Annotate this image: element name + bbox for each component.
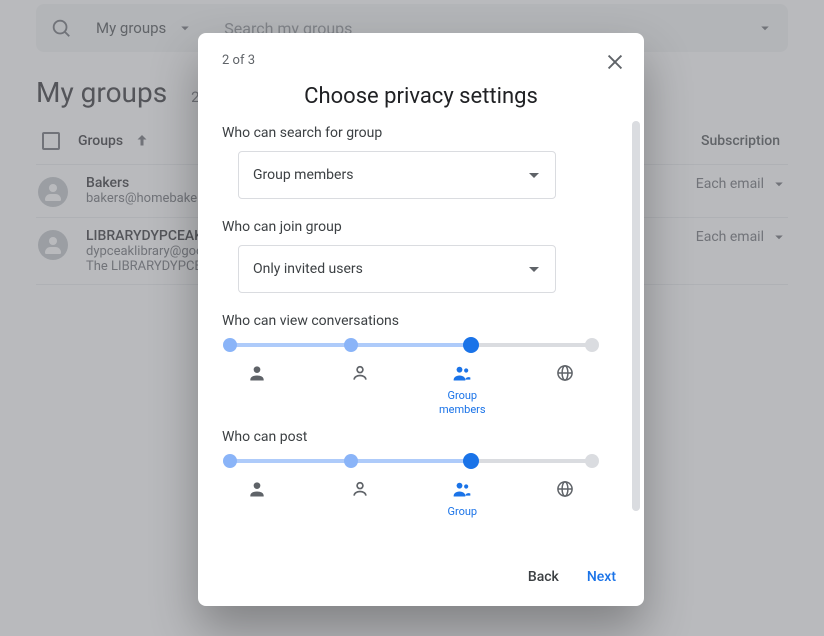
option-public-icon <box>530 363 600 417</box>
option-manager-icon <box>325 479 395 519</box>
dropdown-caret-icon <box>529 267 539 272</box>
who-can-post-slider[interactable]: Group <box>222 455 600 519</box>
option-group-members-icon: Group members <box>427 363 497 417</box>
option-label: Group <box>447 505 477 519</box>
option-label: Group members <box>427 389 497 417</box>
next-button[interactable]: Next <box>587 569 616 585</box>
option-owner-icon <box>222 479 292 519</box>
dialog-title: Choose privacy settings <box>222 84 620 109</box>
option-public-icon <box>530 479 600 519</box>
dropdown-caret-icon <box>529 173 539 178</box>
join-select[interactable]: Only invited users <box>238 245 556 293</box>
stepper-label: 2 of 3 <box>222 53 620 68</box>
slider-stop[interactable] <box>223 338 237 352</box>
slider-stop[interactable] <box>585 338 599 352</box>
who-can-post-label: Who can post <box>222 429 600 445</box>
option-manager-icon <box>325 363 395 417</box>
join-label: Who can join group <box>222 219 600 235</box>
slider-stop[interactable] <box>223 454 237 468</box>
option-group-members-icon: Group <box>427 479 497 519</box>
search-visibility-select[interactable]: Group members <box>238 151 556 199</box>
select-value: Only invited users <box>253 261 363 277</box>
option-owner-icon <box>222 363 292 417</box>
view-conversations-label: Who can view conversations <box>222 313 600 329</box>
slider-stop-selected[interactable] <box>463 453 479 469</box>
slider-stop[interactable] <box>344 338 358 352</box>
slider-stop-selected[interactable] <box>463 337 479 353</box>
search-visibility-label: Who can search for group <box>222 125 600 141</box>
privacy-settings-dialog: 2 of 3 Choose privacy settings Who can s… <box>198 33 644 606</box>
close-button[interactable] <box>604 51 626 73</box>
view-conversations-slider[interactable]: Group members <box>222 339 600 417</box>
select-value: Group members <box>253 167 353 183</box>
slider-stop[interactable] <box>585 454 599 468</box>
back-button[interactable]: Back <box>528 569 559 585</box>
slider-stop[interactable] <box>344 454 358 468</box>
